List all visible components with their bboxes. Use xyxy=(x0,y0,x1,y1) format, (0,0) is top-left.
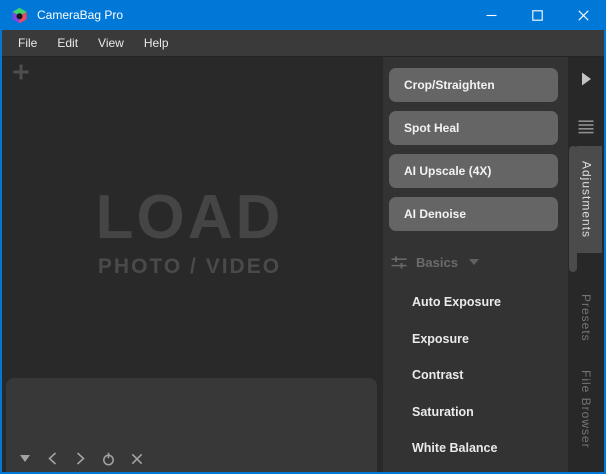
previous-button[interactable] xyxy=(46,452,59,465)
tab-file-browser-label: File Browser xyxy=(579,370,593,449)
play-right-icon xyxy=(581,72,592,86)
sliders-icon xyxy=(391,256,407,269)
collapse-panel-button[interactable] xyxy=(568,72,604,86)
chevron-down-icon xyxy=(469,259,479,265)
add-photo-button[interactable] xyxy=(12,63,30,81)
next-arrow-icon xyxy=(76,452,85,465)
window-title: CameraBag Pro xyxy=(37,8,468,22)
canvas-area[interactable]: LOAD PHOTO / VIDEO xyxy=(2,57,383,472)
ai-denoise-button[interactable]: AI Denoise xyxy=(389,197,558,231)
remove-button[interactable] xyxy=(130,452,143,465)
adjustment-item-auto-exposure[interactable]: Auto Exposure xyxy=(383,284,568,321)
close-button[interactable] xyxy=(560,0,606,30)
close-x-icon xyxy=(131,453,143,465)
window-controls xyxy=(468,0,606,30)
adjustment-item-exposure[interactable]: Exposure xyxy=(383,321,568,358)
tab-adjustments[interactable]: Adjustments xyxy=(571,146,602,253)
power-icon xyxy=(102,452,115,466)
load-title: LOAD xyxy=(2,187,377,249)
tab-file-browser[interactable]: File Browser xyxy=(568,362,604,457)
panel-menu-button[interactable] xyxy=(568,120,604,134)
close-icon xyxy=(578,10,589,21)
adjustment-item-white-balance[interactable]: White Balance xyxy=(383,430,568,467)
filmstrip-toolbar xyxy=(18,452,143,465)
crop-straighten-button[interactable]: Crop/Straighten xyxy=(389,68,558,102)
adjustments-panel: Crop/Straighten Spot Heal AI Upscale (4X… xyxy=(383,57,568,472)
menu-item-help[interactable]: Help xyxy=(134,30,179,56)
adjustment-item-saturation[interactable]: Saturation xyxy=(383,394,568,431)
side-tabstrip: Adjustments Presets File Browser xyxy=(568,57,604,472)
basics-section-header[interactable]: Basics xyxy=(391,252,479,272)
load-prompt: LOAD PHOTO / VIDEO xyxy=(2,187,377,279)
plus-icon xyxy=(12,63,30,81)
spot-heal-button[interactable]: Spot Heal xyxy=(389,111,558,145)
adjustment-item-contrast[interactable]: Contrast xyxy=(383,357,568,394)
collapse-triangle-icon xyxy=(19,454,31,463)
ai-upscale-button[interactable]: AI Upscale (4X) xyxy=(389,154,558,188)
app-logo-icon xyxy=(11,7,28,24)
menu-item-edit[interactable]: Edit xyxy=(47,30,88,56)
menu-item-view[interactable]: View xyxy=(88,30,134,56)
previous-arrow-icon xyxy=(48,452,57,465)
menu-bar: File Edit View Help xyxy=(2,30,604,57)
maximize-button[interactable] xyxy=(514,0,560,30)
next-button[interactable] xyxy=(74,452,87,465)
tab-presets[interactable]: Presets xyxy=(568,285,604,350)
collapse-filmstrip-button[interactable] xyxy=(18,452,31,465)
main-area: LOAD PHOTO / VIDEO xyxy=(2,57,604,472)
maximize-icon xyxy=(532,10,543,21)
basics-items: Auto Exposure Exposure Contrast Saturati… xyxy=(383,284,568,467)
tab-adjustments-label: Adjustments xyxy=(580,161,594,238)
menu-lines-icon xyxy=(578,120,594,134)
filmstrip xyxy=(6,378,377,472)
basics-label: Basics xyxy=(416,255,458,270)
tool-buttons: Crop/Straighten Spot Heal AI Upscale (4X… xyxy=(383,57,568,231)
titlebar: CameraBag Pro xyxy=(0,0,606,30)
tab-presets-label: Presets xyxy=(579,294,593,342)
load-subtitle: PHOTO / VIDEO xyxy=(2,255,377,279)
menu-item-file[interactable]: File xyxy=(8,30,47,56)
minimize-button[interactable] xyxy=(468,0,514,30)
minimize-icon xyxy=(486,10,497,21)
power-button[interactable] xyxy=(102,452,115,465)
